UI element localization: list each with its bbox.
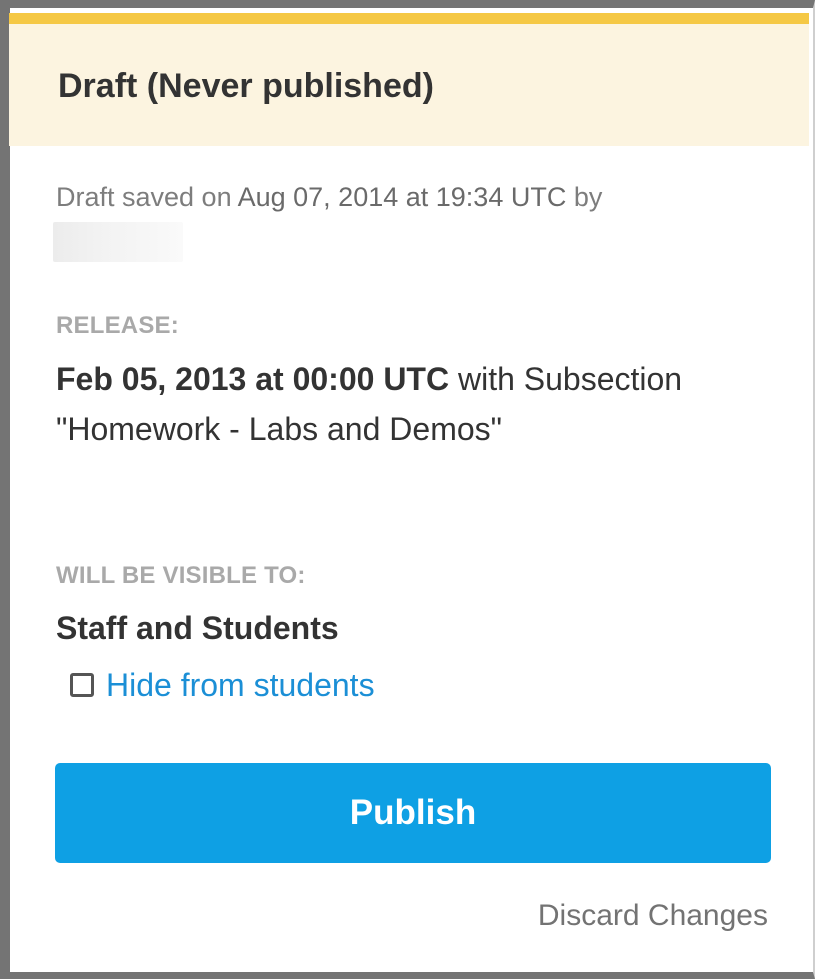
release-date: Feb 05, 2013 at 00:00 UTC (56, 361, 450, 397)
hide-from-students-row[interactable]: Hide from students (70, 663, 375, 707)
draft-saved-suffix: by (566, 182, 603, 212)
hide-from-students-label[interactable]: Hide from students (106, 663, 375, 707)
hide-from-students-checkbox[interactable] (70, 673, 94, 697)
release-label: RELEASE: (56, 312, 179, 339)
redacted-username (53, 222, 183, 262)
status-accent-bar (9, 13, 809, 24)
status-title: Draft (Never published) (58, 67, 434, 105)
release-info: Feb 05, 2013 at 00:00 UTC with Subsectio… (56, 354, 756, 454)
draft-saved-prefix: Draft saved on (56, 182, 238, 212)
discard-changes-link[interactable]: Discard Changes (538, 896, 768, 936)
visibility-label: WILL BE VISIBLE TO: (56, 562, 306, 589)
publish-button[interactable]: Publish (55, 763, 771, 863)
draft-saved-date: Aug 07, 2014 at 19:34 UTC (237, 182, 567, 212)
draft-saved-info: Draft saved on Aug 07, 2014 at 19:34 UTC… (56, 180, 602, 214)
visibility-value: Staff and Students (56, 610, 339, 646)
